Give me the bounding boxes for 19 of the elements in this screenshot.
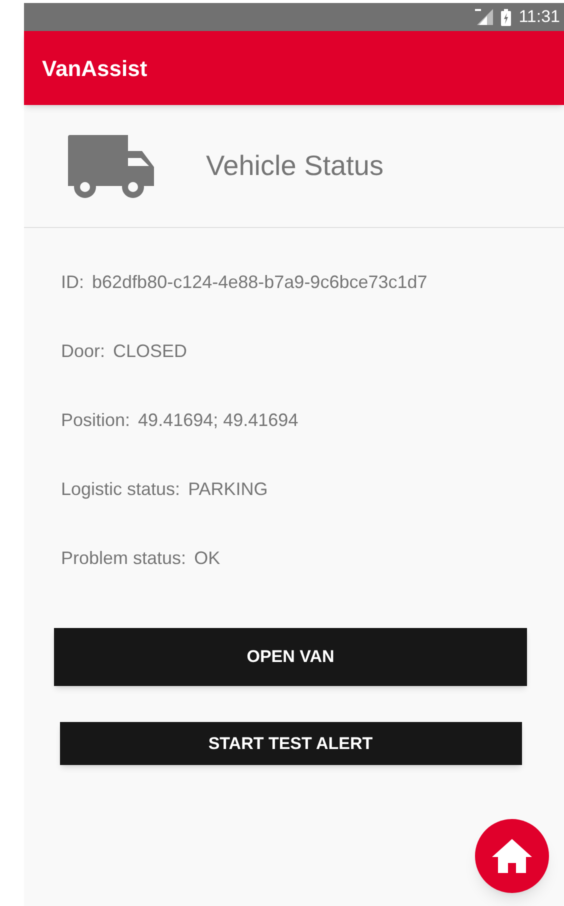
action-button[interactable]: START TEST ALERT (60, 722, 522, 765)
field-label: Logistic status: (61, 479, 180, 500)
field-value: 49.41694; 49.41694 (138, 410, 298, 431)
field-label: Problem status: (61, 548, 186, 569)
home-icon (492, 839, 532, 873)
field-label: Door: (61, 341, 106, 362)
field-value: CLOSED (113, 341, 188, 362)
battery-icon (500, 8, 511, 26)
field-label: ID: (61, 272, 84, 293)
signal-icon (474, 9, 493, 25)
field-label: Position: (61, 410, 130, 431)
field-value: OK (194, 548, 220, 569)
status-time: 11:31 (518, 6, 560, 28)
action-button[interactable]: OPEN VAN (54, 628, 527, 686)
app-title: VanAssist (42, 54, 148, 82)
field-value: b62dfb80-c124-4e88-b7a9-9c6bce73c1d7 (92, 272, 428, 293)
field-value: PARKING (188, 479, 268, 500)
truck-icon (66, 134, 154, 198)
header-title: Vehicle Status (206, 149, 384, 183)
